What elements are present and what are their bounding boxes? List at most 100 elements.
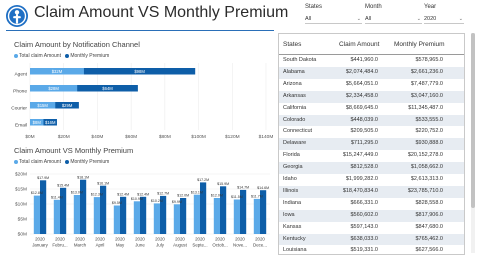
table-scrollbar-thumb[interactable] bbox=[471, 33, 475, 208]
state-cell: Florida bbox=[283, 152, 300, 159]
claim-amount-cell: $812,528.0 bbox=[350, 164, 378, 171]
table-row[interactable]: Illinois $18,470,834.0 $23,785,710.0 bbox=[279, 185, 464, 198]
title-divider bbox=[6, 30, 274, 31]
x-month-label: June bbox=[135, 243, 145, 248]
monthly-premium-cell: $930,888.0 bbox=[415, 140, 443, 147]
claim-column bbox=[213, 198, 220, 234]
table-row[interactable]: South Dakota $441,960.0 $578,965.0 bbox=[279, 55, 464, 67]
claim-column bbox=[173, 204, 180, 234]
x-month-label: Septe... bbox=[192, 243, 207, 248]
claim-data-label: $12.3M bbox=[91, 193, 103, 197]
table-row[interactable]: California $8,669,645.0 $11,345,487.0 bbox=[279, 103, 464, 115]
premium-legend-swatch bbox=[65, 53, 70, 58]
column-header-states[interactable]: States bbox=[283, 41, 301, 48]
x-month-label: January bbox=[32, 243, 48, 248]
claim-data-label: $11.7M bbox=[251, 195, 263, 199]
state-cell: Connecticut bbox=[283, 128, 313, 135]
claim-column bbox=[153, 203, 160, 234]
table-row[interactable]: Kentucky $638,033.0 $765,462.0 bbox=[279, 233, 464, 246]
claim-amount-cell: $519,331.0 bbox=[350, 247, 378, 254]
states-filter-dropdown[interactable]: All ⌄ bbox=[305, 15, 362, 24]
table-row[interactable]: Idaho $1,999,282.0 $2,613,313.0 bbox=[279, 174, 464, 186]
x-month-label: Octob... bbox=[212, 243, 227, 248]
premium-legend-label: Monthly Premium bbox=[70, 159, 110, 165]
claim-column bbox=[133, 201, 140, 234]
table-row[interactable]: Arizona $5,664,051.0 $7,487,779.0 bbox=[279, 79, 464, 91]
premium-legend-swatch bbox=[65, 159, 70, 164]
x-year-label: 2020 bbox=[175, 237, 185, 242]
monthly-chart-legend: Total claim Amount Monthly Premium bbox=[14, 159, 109, 165]
month-filter-label: Month bbox=[365, 4, 382, 10]
category-label: Courier bbox=[11, 106, 27, 112]
table-row[interactable]: Georgia $812,528.0 $1,058,662.0 bbox=[279, 162, 464, 174]
premium-column bbox=[40, 180, 47, 234]
y-tick-label: $15M bbox=[15, 187, 27, 193]
year-filter-dropdown[interactable]: 2020 ⌄ bbox=[424, 15, 464, 24]
premium-data-label: $12.4M bbox=[137, 192, 149, 196]
x-tick-label: $20M bbox=[58, 134, 70, 140]
claim-amount-cell: $5,664,051.0 bbox=[345, 80, 378, 87]
y-tick-label: $5M bbox=[18, 217, 27, 223]
monthly-column-chart: $0M$5M$10M$15M$20M$12.8M$17.9M2020Januar… bbox=[15, 172, 270, 248]
claim-amount-cell: $1,999,282.0 bbox=[345, 176, 378, 182]
x-month-label: July bbox=[156, 243, 165, 248]
table-row[interactable]: Kansas $597,143.0 $847,680.0 bbox=[279, 222, 464, 234]
chevron-down-icon: ⌄ bbox=[458, 16, 463, 22]
claim-amount-cell: $15,247,449.0 bbox=[342, 152, 378, 159]
x-tick-label: $140M bbox=[259, 134, 274, 140]
table-row[interactable]: Florida $15,247,449.0 $20,152,278.0 bbox=[279, 150, 464, 162]
x-year-label: 2020 bbox=[75, 237, 85, 242]
x-tick-label: $120M bbox=[225, 134, 240, 140]
y-tick-label: $10M bbox=[15, 202, 27, 208]
x-year-label: 2020 bbox=[95, 237, 105, 242]
monthly-premium-cell: $847,680.0 bbox=[415, 223, 443, 230]
x-year-label: 2020 bbox=[155, 237, 165, 242]
monthly-premium-cell: $7,487,779.0 bbox=[410, 80, 443, 87]
channel-bar-chart: $0M $20M $40M $60M $80M $100M $120M $140M Agent $… bbox=[11, 63, 274, 140]
table-row[interactable]: Arkansas $2,334,458.0 $3,047,160.0 bbox=[279, 90, 464, 103]
state-cell: California bbox=[283, 104, 307, 111]
state-cell: Colorado bbox=[283, 116, 306, 123]
monthly-premium-cell: $20,152,278.0 bbox=[407, 152, 443, 159]
claim-data-label: $13.0M bbox=[71, 191, 83, 195]
table-row[interactable]: Iowa $560,602.0 $817,906.0 bbox=[279, 209, 464, 222]
monthly-premium-cell: $533,555.0 bbox=[415, 116, 443, 123]
claim-legend-label: Total claim Amount bbox=[19, 159, 61, 165]
premium-data-label: $17.9M bbox=[37, 176, 49, 180]
x-year-label: 2020 bbox=[135, 237, 145, 242]
category-label: Email bbox=[15, 123, 27, 129]
x-year-label: 2020 bbox=[55, 237, 65, 242]
x-month-label: Febru... bbox=[52, 243, 67, 248]
state-cell: Alabama bbox=[283, 68, 305, 75]
premium-data-label: $16.1M bbox=[97, 181, 109, 185]
monthly-premium-cell: $23,785,710.0 bbox=[407, 187, 443, 194]
state-cell: Arizona bbox=[283, 80, 302, 87]
claim-amount-cell: $597,143.0 bbox=[350, 223, 378, 230]
x-year-label: 2020 bbox=[215, 237, 225, 242]
column-header-claim-amount[interactable]: Claim Amount bbox=[339, 41, 379, 48]
table-row[interactable]: Alabama $2,074,484.0 $2,661,236.0 bbox=[279, 66, 464, 79]
premium-data-label: $14.6M bbox=[257, 186, 269, 190]
states-filter-label: States bbox=[305, 4, 323, 10]
table-row[interactable]: Connecticut $209,505.0 $220,752.0 bbox=[279, 126, 464, 138]
monthly-premium-cell: $3,047,160.0 bbox=[410, 92, 443, 99]
claim-amount-cell: $448,039.0 bbox=[350, 116, 378, 123]
monthly-premium-cell: $220,752.0 bbox=[415, 128, 443, 135]
column-header-monthly-premium[interactable]: Monthly Premium bbox=[394, 41, 445, 48]
monthly-premium-cell: $2,661,236.0 bbox=[410, 68, 443, 75]
table-row[interactable]: Louisiana $519,331.0 $627,566.0 bbox=[279, 245, 464, 254]
chevron-down-icon: ⌄ bbox=[356, 16, 361, 22]
premium-data-label: $98M bbox=[134, 69, 145, 74]
channel-chart-title: Claim Amount by Notification Channel bbox=[14, 40, 140, 49]
table-row[interactable]: Indiana $666,331.0 $828,558.0 bbox=[279, 198, 464, 210]
table-row[interactable]: Colorado $448,039.0 $533,555.0 bbox=[279, 114, 464, 127]
claim-amount-cell: $8,669,645.0 bbox=[345, 104, 378, 111]
x-year-label: 2020 bbox=[35, 237, 45, 242]
premium-data-label: $15.4M bbox=[57, 183, 69, 187]
monthly-premium-cell: $765,462.0 bbox=[415, 235, 443, 242]
table-row[interactable]: Delaware $711,295.0 $930,888.0 bbox=[279, 138, 464, 151]
claim-data-label: $10.2M bbox=[151, 199, 163, 203]
x-tick-label: $80M bbox=[159, 134, 171, 140]
x-tick-label: $100M bbox=[191, 134, 206, 140]
month-filter-dropdown[interactable]: All ⌄ bbox=[365, 15, 422, 24]
